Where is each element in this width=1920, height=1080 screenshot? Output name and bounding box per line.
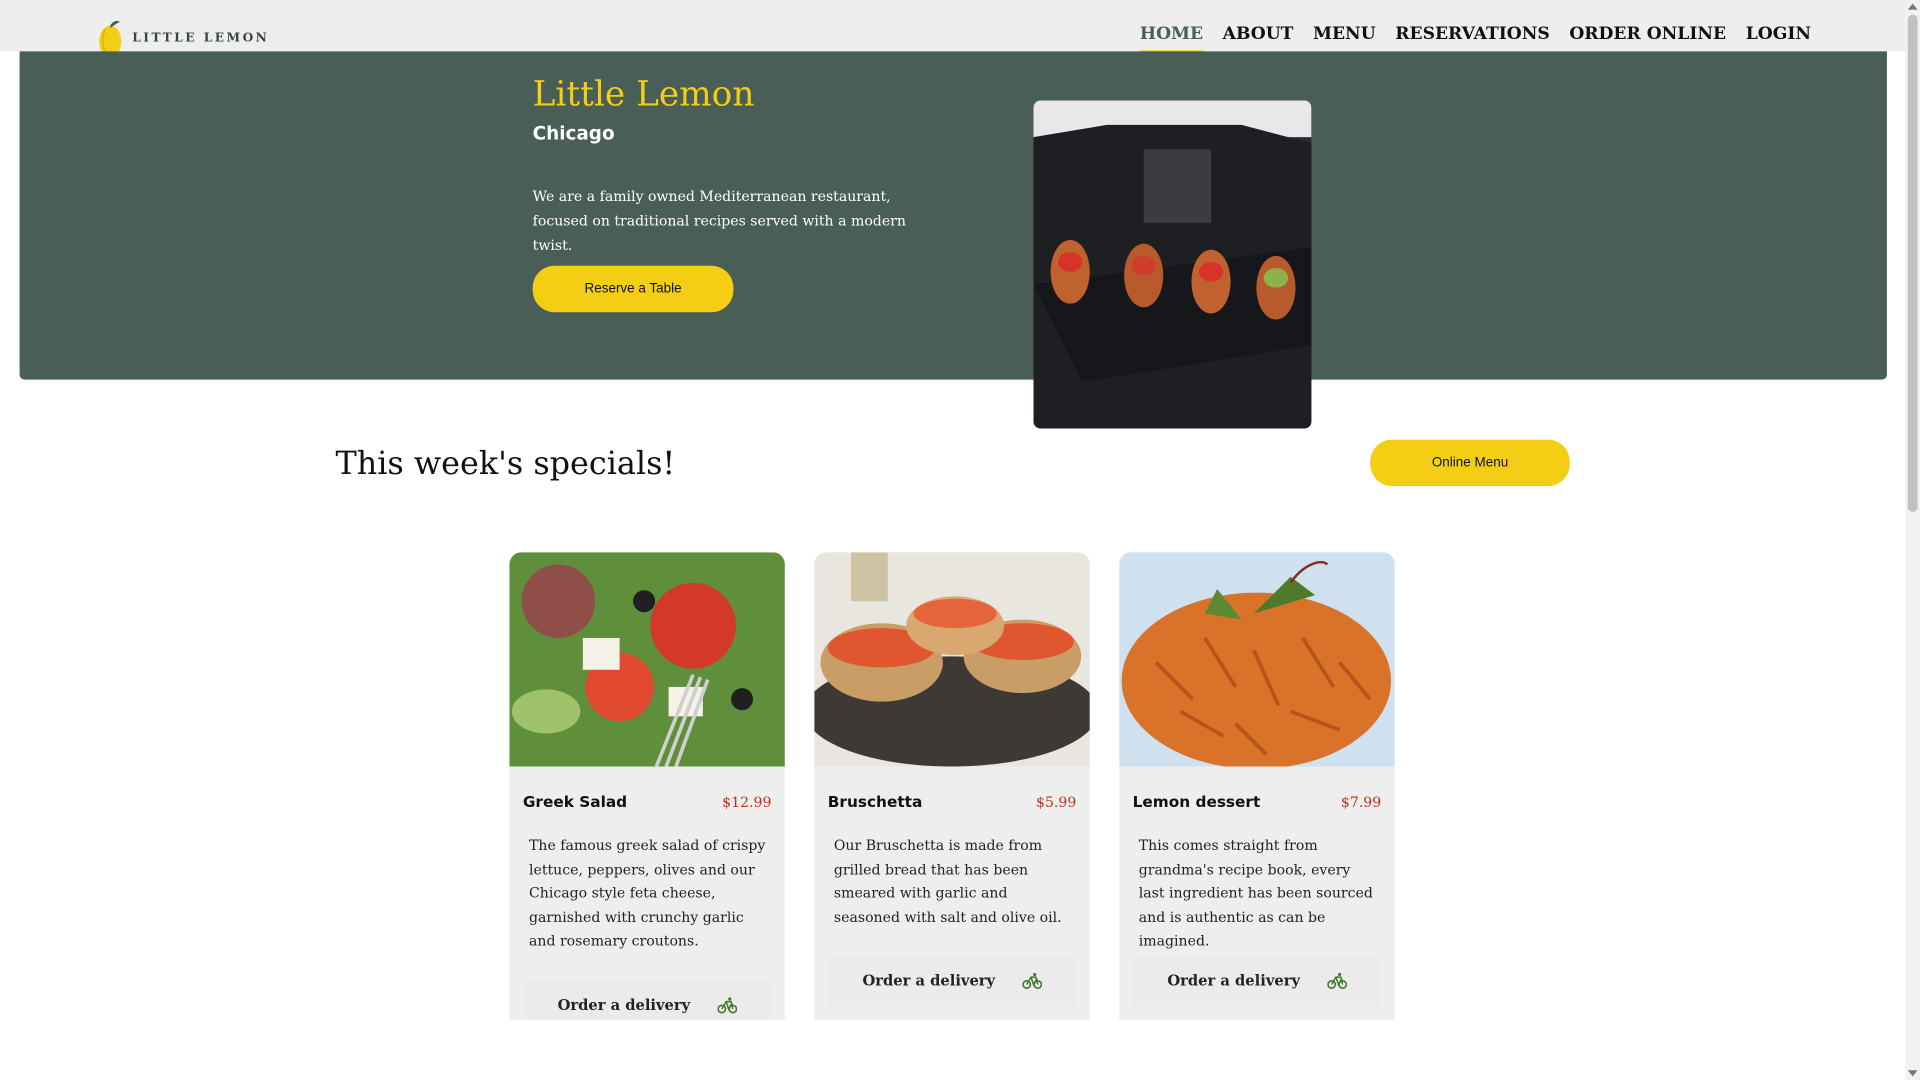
page: LITTLE LEMON HOME ABOUT MENU RESERVATION… xyxy=(0,0,1920,1080)
order-delivery-button[interactable]: Order a delivery xyxy=(522,979,772,1021)
online-menu-button[interactable]: Online Menu xyxy=(1370,439,1570,487)
chef-serving-bruschetta-image xyxy=(1033,100,1312,429)
nav-home[interactable]: HOME xyxy=(1139,24,1203,54)
reserve-table-button[interactable]: Reserve a Table xyxy=(532,265,734,313)
card-price: $12.99 xyxy=(722,793,772,811)
hero-description: We are a family owned Mediterranean rest… xyxy=(532,187,906,254)
special-card-greek-salad: Greek Salad $12.99 The famous greek sala… xyxy=(509,552,785,1021)
order-delivery-label: Order a delivery xyxy=(1167,972,1300,990)
card-title: Greek Salad xyxy=(522,792,628,811)
nav-menu[interactable]: MENU xyxy=(1313,24,1376,48)
pasta-image xyxy=(1119,552,1395,767)
top-nav-bar: LITTLE LEMON HOME ABOUT MENU RESERVATION… xyxy=(0,0,1906,58)
order-delivery-button[interactable]: Order a delivery xyxy=(827,955,1077,1007)
card-price: $5.99 xyxy=(1036,793,1077,811)
card-description: Our Bruschetta is made from grilled brea… xyxy=(833,836,1062,926)
card-description: This comes straight from grandma's recip… xyxy=(1138,836,1373,950)
scroll-down-arrow-icon[interactable] xyxy=(1907,1070,1918,1077)
hero-section xyxy=(19,51,1887,380)
hero-image xyxy=(1033,100,1312,429)
card-title: Lemon dessert xyxy=(1132,792,1261,811)
nav-login[interactable]: LOGIN xyxy=(1746,24,1811,48)
scrollbar-thumb[interactable] xyxy=(1907,14,1918,512)
card-description: The famous greek salad of crispy lettuce… xyxy=(528,836,766,950)
scroll-up-arrow-icon[interactable] xyxy=(1907,3,1918,10)
logo-text: LITTLE LEMON xyxy=(132,31,270,45)
card-title: Bruschetta xyxy=(827,792,923,811)
order-delivery-button[interactable]: Order a delivery xyxy=(1132,955,1382,1007)
specials-title: This week's specials! xyxy=(335,445,676,483)
bike-icon xyxy=(1326,972,1347,989)
nav-order-online[interactable]: ORDER ONLINE xyxy=(1569,24,1726,48)
nav-reservations[interactable]: RESERVATIONS xyxy=(1395,24,1549,48)
bike-icon xyxy=(717,997,737,1014)
special-card-bruschetta: Bruschetta $5.99 Our Bruschetta is made … xyxy=(814,552,1090,1021)
special-card-lemon-dessert: Lemon dessert $7.99 This comes straight … xyxy=(1119,552,1395,1021)
vertical-scrollbar[interactable] xyxy=(1905,0,1920,1080)
bruschetta-image xyxy=(814,552,1090,767)
nav-about[interactable]: ABOUT xyxy=(1223,24,1294,48)
main-nav: HOME ABOUT MENU RESERVATIONS ORDER ONLIN… xyxy=(1139,24,1811,54)
order-delivery-label: Order a delivery xyxy=(862,972,996,990)
card-price: $7.99 xyxy=(1340,793,1382,811)
hero-subtitle: Chicago xyxy=(532,122,615,145)
order-delivery-label: Order a delivery xyxy=(557,996,691,1014)
bike-icon xyxy=(1022,972,1042,989)
greek-salad-image xyxy=(509,552,785,767)
hero-title: Little Lemon xyxy=(532,73,755,114)
